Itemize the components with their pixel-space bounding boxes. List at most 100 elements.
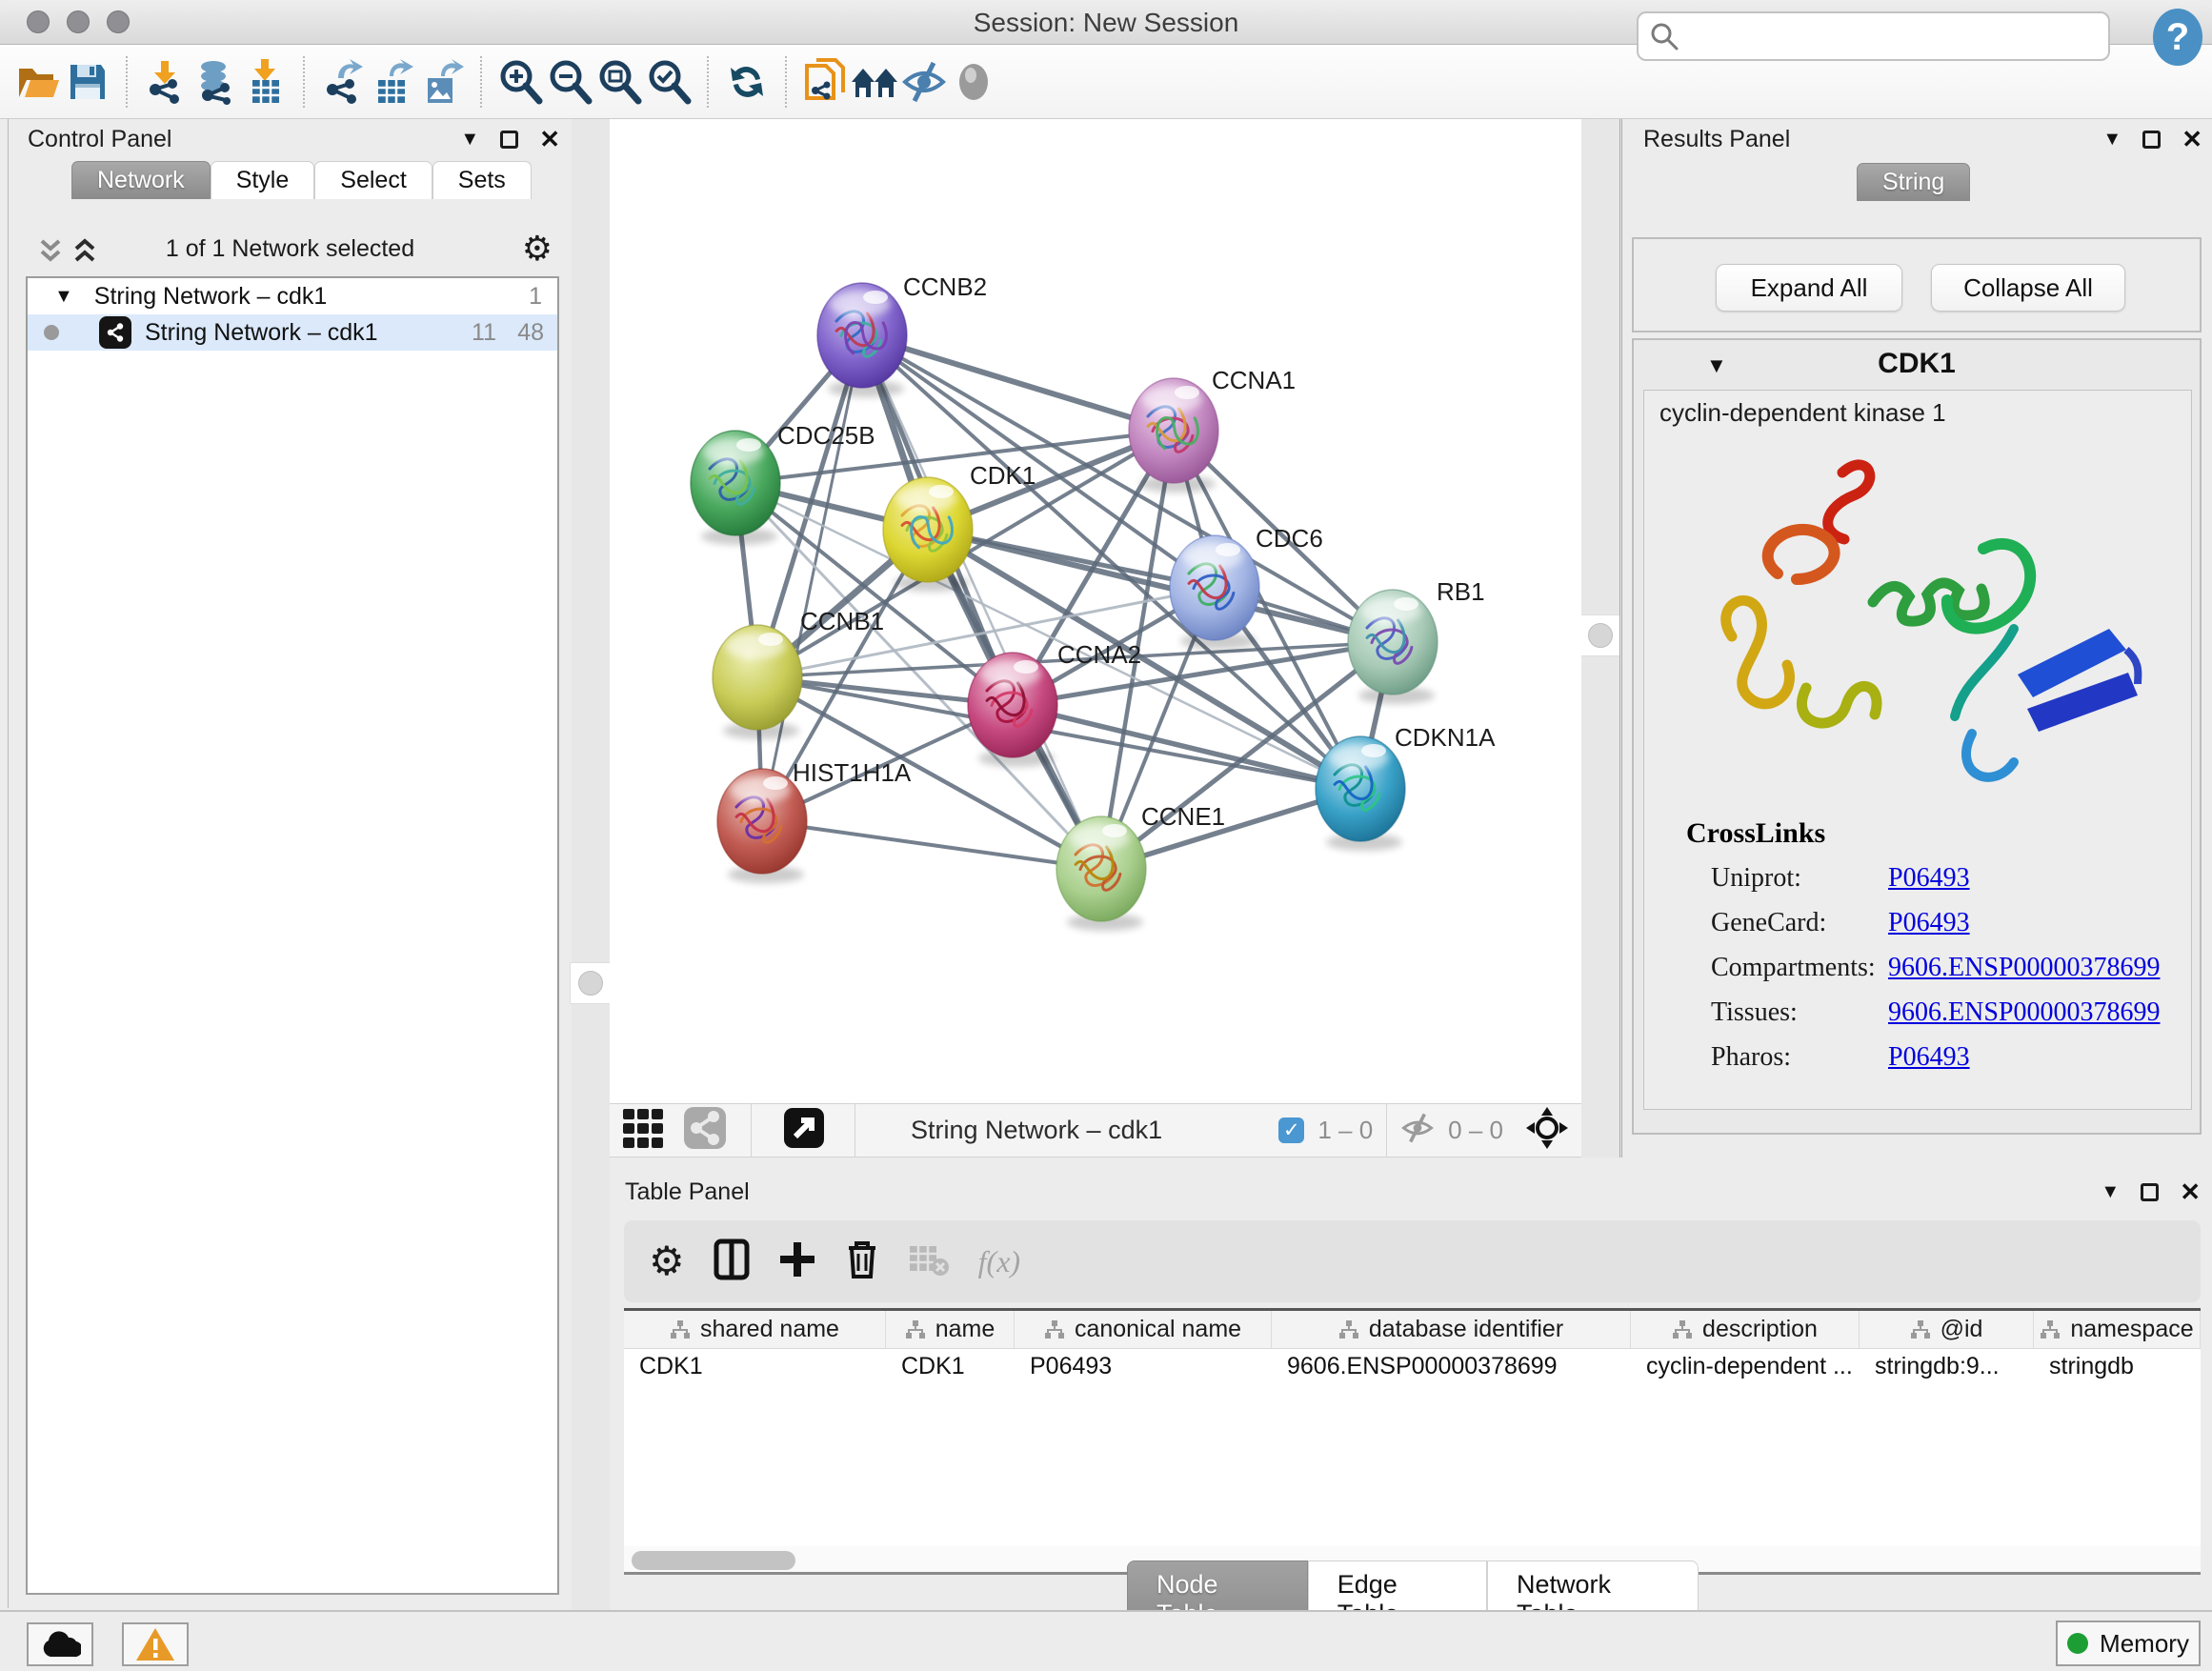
table-row[interactable]: CDK1CDK1P064939606.ENSP00000378699cyclin… [624,1349,2201,1383]
network-edge[interactable] [762,335,862,821]
tab-string[interactable]: String [1857,163,1970,201]
table-panel-float-icon[interactable]: ▼ [2101,1181,2120,1203]
gene-header-row[interactable]: ▼ CDK1 [1634,340,2200,386]
import-network-database-icon[interactable] [191,57,240,107]
zoom-in-icon[interactable] [495,57,545,107]
cloud-status-button[interactable] [27,1622,93,1666]
delete-column-icon[interactable] [845,1238,879,1285]
network-options-gear-icon[interactable]: ⚙ [522,232,553,266]
column-header-description[interactable]: description [1631,1311,1860,1348]
network-collection-row[interactable]: ▼ String Network – cdk1 1 [28,278,557,314]
network-node-ccne1[interactable] [1056,816,1146,931]
network-node-cdkn1a[interactable] [1316,736,1405,851]
column-header-name[interactable]: name [886,1311,1015,1348]
crosslink-link[interactable]: P06493 [1888,1042,1970,1073]
node-table: shared namenamecanonical namedatabase id… [624,1308,2201,1546]
network-overview-icon[interactable] [684,1107,726,1154]
network-row[interactable]: String Network – cdk1 11 48 [28,314,557,351]
hide-selected-eye-slash-icon[interactable] [899,57,949,107]
column-grip-icon [670,1319,691,1340]
zoom-selected-icon[interactable] [644,57,694,107]
table-options-gear-icon[interactable]: ⚙ [649,1241,685,1281]
refresh-view-icon[interactable] [722,57,772,107]
results-splitter[interactable] [1581,119,1619,1158]
crosslink-link[interactable]: 9606.ENSP00000378699 [1888,997,2160,1028]
warnings-button[interactable] [122,1622,189,1666]
crosslink-link[interactable]: P06493 [1888,863,1970,894]
results-panel-float-icon[interactable]: ▼ [2102,129,2122,151]
column-header-database-identifier[interactable]: database identifier [1272,1311,1631,1348]
network-node-ccna2[interactable] [968,653,1057,767]
network-edge[interactable] [762,821,1101,869]
results-panel-maximize-icon[interactable] [2142,131,2161,149]
search-input[interactable] [1637,11,2110,61]
network-node-cdc25b[interactable] [691,431,780,545]
table-header-row: shared namenamecanonical namedatabase id… [624,1311,2201,1349]
control-panel-maximize-icon[interactable] [500,131,518,149]
network-node-rb1[interactable] [1348,590,1438,704]
column-header-canonical-name[interactable]: canonical name [1015,1311,1272,1348]
export-network-icon[interactable] [318,57,368,107]
table-cell[interactable]: P06493 [1015,1349,1272,1383]
show-hidden-eye-icon[interactable] [949,57,998,107]
collection-expand-icon[interactable]: ▼ [54,286,73,308]
results-panel-title: Results Panel [1643,126,1790,153]
tab-select[interactable]: Select [314,161,432,199]
table-cell[interactable]: cyclin-dependent ... [1631,1349,1860,1383]
add-column-icon[interactable] [778,1240,816,1283]
clone-network-icon[interactable] [800,57,850,107]
column-header--id[interactable]: @id [1860,1311,2034,1348]
string-network-icon [99,316,131,349]
birds-eye-icon[interactable] [1526,1107,1568,1154]
results-panel-close-icon[interactable]: ✕ [2182,125,2202,154]
detach-view-icon[interactable] [784,1108,824,1153]
open-session-icon[interactable] [13,57,63,107]
zoom-out-icon[interactable] [545,57,594,107]
column-header-shared-name[interactable]: shared name [624,1311,886,1348]
network-edge[interactable] [862,335,1174,431]
crosslink-label: Pharos: [1711,1042,1791,1073]
table-panel-maximize-icon[interactable] [2141,1183,2159,1201]
export-image-icon[interactable] [417,57,467,107]
hscrollbar-thumb[interactable] [632,1551,795,1570]
tab-sets[interactable]: Sets [432,161,532,199]
table-cell[interactable]: CDK1 [886,1349,1015,1383]
crosslink-link[interactable]: 9606.ENSP00000378699 [1888,953,2160,983]
import-network-file-icon[interactable] [141,57,191,107]
export-table-icon[interactable] [368,57,417,107]
table-cell[interactable]: 9606.ENSP00000378699 [1272,1349,1631,1383]
expand-all-button[interactable]: Expand All [1716,264,1902,312]
network-edge[interactable] [862,335,1101,869]
table-cell[interactable]: stringdb [2034,1349,2201,1383]
tab-style[interactable]: Style [211,161,315,199]
table-cell[interactable]: CDK1 [624,1349,886,1383]
crosslink-link[interactable]: P06493 [1888,908,1970,938]
column-header-namespace[interactable]: namespace [2034,1311,2201,1348]
cytoscape-window: Session: New Session [0,0,2212,1671]
column-grip-icon [2040,1319,2061,1340]
network-node-ccna1[interactable] [1129,378,1218,493]
import-table-icon[interactable] [240,57,290,107]
collapse-all-button[interactable]: Collapse All [1931,264,2125,312]
grid-view-icon[interactable] [621,1105,667,1156]
network-canvas[interactable]: CCNB2CCNA1CDC25BCDK1CDC6RB1CCNB1CCNA2CDK… [610,119,1581,1103]
tab-network[interactable]: Network [71,161,211,199]
fit-content-icon[interactable] [594,57,644,107]
network-node-ccnb2[interactable] [817,283,907,397]
warning-icon [135,1626,175,1662]
memory-button[interactable]: Memory [2056,1621,2201,1666]
table-cell[interactable]: stringdb:9... [1860,1349,2034,1383]
network-edge[interactable] [928,530,1393,642]
control-panel-close-icon[interactable]: ✕ [539,125,560,154]
save-session-icon[interactable] [63,57,112,107]
control-panel-float-icon[interactable]: ▼ [460,129,479,151]
control-splitter[interactable] [572,119,610,1610]
network-node-ccnb1[interactable] [713,625,802,739]
help-icon[interactable]: ? [2151,8,2204,71]
results-actions-box: Expand All Collapse All [1632,237,2202,332]
show-columns-icon[interactable] [714,1238,750,1285]
table-panel-close-icon[interactable]: ✕ [2180,1178,2201,1207]
status-bar: Memory [0,1610,2212,1671]
selected-checkbox-icon[interactable]: ✓ [1278,1117,1304,1143]
show-all-houses-icon[interactable] [850,57,899,107]
